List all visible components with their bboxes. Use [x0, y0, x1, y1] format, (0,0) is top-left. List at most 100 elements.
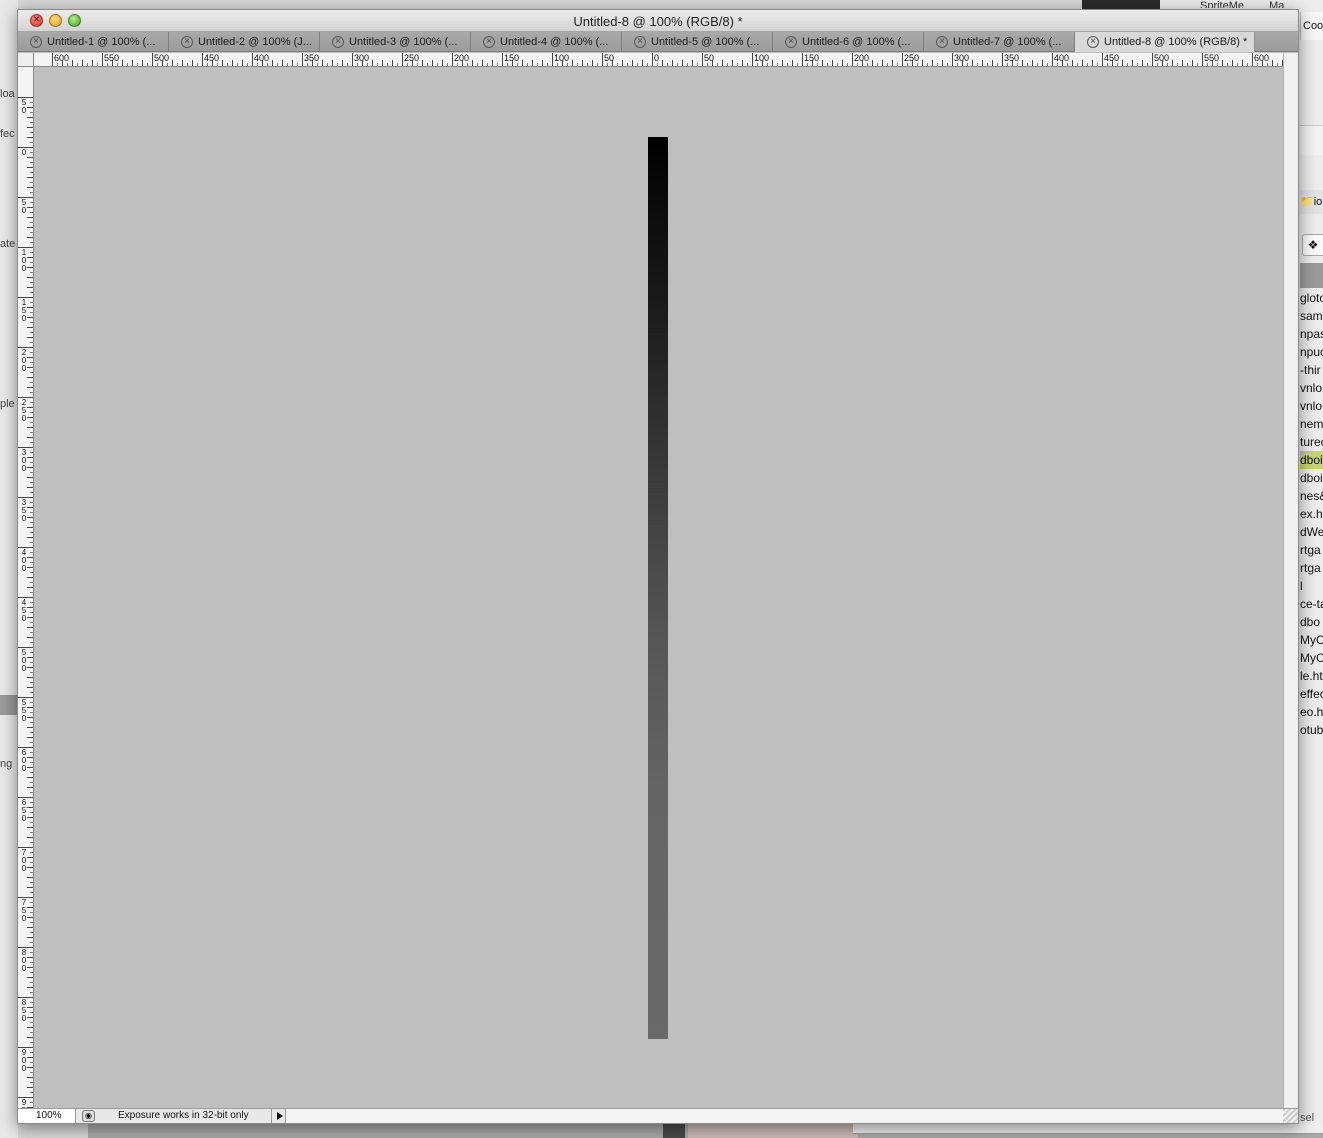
tab-untitled-7[interactable]: × Untitled-7 @ 100% (... [924, 32, 1075, 52]
ruler-tick-label: 300 [354, 53, 370, 63]
horizontal-ruler[interactable]: 600 550 500 450 400 350 300 250 200 150 100 50 0 50 10… [34, 53, 1284, 67]
file-list-item[interactable]: turec [1300, 433, 1323, 451]
tab-label: Untitled-8 @ 100% (RGB/8) * [1104, 36, 1248, 48]
ruler-tick-label: 350 [21, 498, 27, 523]
tab-untitled-3[interactable]: × Untitled-3 @ 100% (... [320, 32, 471, 52]
tab-untitled-1[interactable]: × Untitled-1 @ 100% (... [18, 32, 169, 52]
file-list-item[interactable]: npuc [1300, 343, 1323, 361]
file-list-item[interactable]: eo.h [1300, 703, 1323, 721]
dropbox-icon[interactable]: ❖ [1302, 234, 1323, 256]
tab-label: Untitled-6 @ 100% (... [802, 36, 911, 48]
file-list-item[interactable]: vnlo [1300, 397, 1323, 415]
file-list-item[interactable]: nes& [1300, 487, 1323, 505]
tab-untitled-8[interactable]: × Untitled-8 @ 100% (RGB/8) * [1075, 32, 1255, 52]
ruler-tick-label: 100 [21, 248, 27, 273]
background-column-header [1300, 263, 1323, 288]
window-title: Untitled-8 @ 100% (RGB/8) * [573, 14, 743, 29]
ruler-tick-label: 200 [21, 348, 27, 373]
tab-label: Untitled-4 @ 100% (... [500, 36, 609, 48]
document-window: Untitled-8 @ 100% (RGB/8) * × Untitled-1 … [17, 9, 1299, 1124]
background-header: Cool [1300, 12, 1323, 40]
tab-untitled-4[interactable]: × Untitled-4 @ 100% (... [471, 32, 622, 52]
ruler-tick-label: 0 [654, 53, 660, 63]
background-block [663, 1124, 685, 1138]
ruler-tick-label: 450 [204, 53, 220, 63]
file-list-item[interactable]: dWe [1300, 523, 1323, 541]
ruler-tick-label: 550 [104, 53, 120, 63]
file-list-item[interactable]: dbo [1300, 613, 1323, 631]
status-info-icon[interactable]: ◉ [82, 1110, 95, 1122]
file-list-item[interactable]: otub [1300, 721, 1323, 739]
background-block [688, 1124, 858, 1138]
folder-row[interactable]: 📁io [1300, 190, 1323, 214]
horizontal-scrollbar[interactable] [286, 1109, 1283, 1123]
file-list-item[interactable]: l [1300, 577, 1323, 595]
ruler-tick-label: 550 [1204, 53, 1220, 63]
ruler-tick-label: 900 [21, 1048, 27, 1073]
file-list-item[interactable]: npas [1300, 325, 1323, 343]
zoom-level-field[interactable]: 100% [18, 1109, 76, 1123]
tab-label: Untitled-1 @ 100% (... [47, 36, 156, 48]
tab-untitled-2[interactable]: × Untitled-2 @ 100% (J... [169, 32, 320, 52]
background-left-panel: loa fec ate ple ng [0, 0, 18, 1138]
file-list-item[interactable]: rtga [1300, 559, 1323, 577]
file-list-item[interactable]: MyC [1300, 631, 1323, 649]
background-text-fragment: ng [0, 758, 13, 770]
canvas[interactable] [34, 67, 1284, 1110]
close-tab-icon[interactable]: × [483, 36, 495, 48]
ruler-tick-label: 600 [1254, 53, 1270, 63]
background-text-fragment: loa [0, 88, 15, 100]
ruler-tick-label: 150 [804, 53, 820, 63]
close-tab-icon[interactable]: × [785, 36, 797, 48]
spriteme-checkbox-label[interactable]: SpriteMe [1200, 0, 1244, 8]
file-list-item[interactable]: effec [1300, 685, 1323, 703]
file-list-item[interactable]: rtga [1300, 541, 1323, 559]
background-divider [0, 695, 18, 715]
file-list-item[interactable]: ex.h [1300, 505, 1323, 523]
ruler-tick-label: 50 [21, 198, 27, 215]
file-list: glotosampnpasnpuc-thirvnlovnlonemeturecd… [1300, 289, 1323, 739]
ruler-tick-label: 300 [21, 448, 27, 473]
ruler-tick-label: 100 [554, 53, 570, 63]
tab-untitled-6[interactable]: × Untitled-6 @ 100% (... [773, 32, 924, 52]
gradient-bar-shape[interactable] [648, 137, 668, 1039]
file-list-item[interactable]: dboi [1300, 451, 1323, 469]
close-tab-icon[interactable]: × [634, 36, 646, 48]
title-bar[interactable]: Untitled-8 @ 100% (RGB/8) * [18, 10, 1298, 32]
close-tab-icon[interactable]: × [332, 36, 344, 48]
ruler-tick-label: 250 [904, 53, 920, 63]
ruler-tick-label: 350 [1004, 53, 1020, 63]
file-list-item[interactable]: vnlo [1300, 379, 1323, 397]
tab-untitled-5[interactable]: × Untitled-5 @ 100% (... [622, 32, 773, 52]
document-tab-bar: × Untitled-1 @ 100% (... × Untitled-2 @ 10… [18, 32, 1298, 52]
close-tab-icon[interactable]: × [181, 36, 193, 48]
ruler-tick-label: 850 [21, 998, 27, 1023]
tab-label: Untitled-3 @ 100% (... [349, 36, 458, 48]
vertical-scrollbar[interactable] [1283, 53, 1298, 1110]
ruler-origin-corner[interactable] [18, 53, 34, 67]
close-tab-icon[interactable]: × [936, 36, 948, 48]
close-tab-icon[interactable]: × [1087, 36, 1099, 48]
file-list-item[interactable]: neme [1300, 415, 1323, 433]
close-tab-icon[interactable]: × [30, 36, 42, 48]
file-list-item[interactable]: le.ht [1300, 667, 1323, 685]
status-bar: 100% ◉ Exposure works in 32-bit only [18, 1108, 1298, 1123]
folder-label: io [1313, 196, 1323, 208]
file-list-item[interactable]: ce-ta [1300, 595, 1323, 613]
file-list-item[interactable]: samp [1300, 307, 1323, 325]
file-list-item[interactable]: dboi [1300, 469, 1323, 487]
ruler-tick-label: 150 [21, 298, 27, 323]
file-list-item[interactable]: MyC [1300, 649, 1323, 667]
ruler-tick-label: 50 [704, 53, 715, 63]
ruler-tick-label: 600 [54, 53, 70, 63]
status-menu-arrow-icon[interactable] [272, 1109, 286, 1123]
tab-label: Untitled-2 @ 100% (J... [198, 36, 312, 48]
file-list-item[interactable]: gloto [1300, 289, 1323, 307]
ruler-tick-label: 200 [854, 53, 870, 63]
ruler-tick-label: 450 [1104, 53, 1120, 63]
background-top-label: Ma [1269, 0, 1285, 8]
resize-grip-icon[interactable] [1283, 1109, 1298, 1123]
file-list-item[interactable]: -thir [1300, 361, 1323, 379]
ruler-tick-label: 400 [1054, 53, 1070, 63]
vertical-ruler[interactable]: 50 0 50 100 150 200 250 300 350 400 450 500 550 600 65… [18, 67, 34, 1110]
